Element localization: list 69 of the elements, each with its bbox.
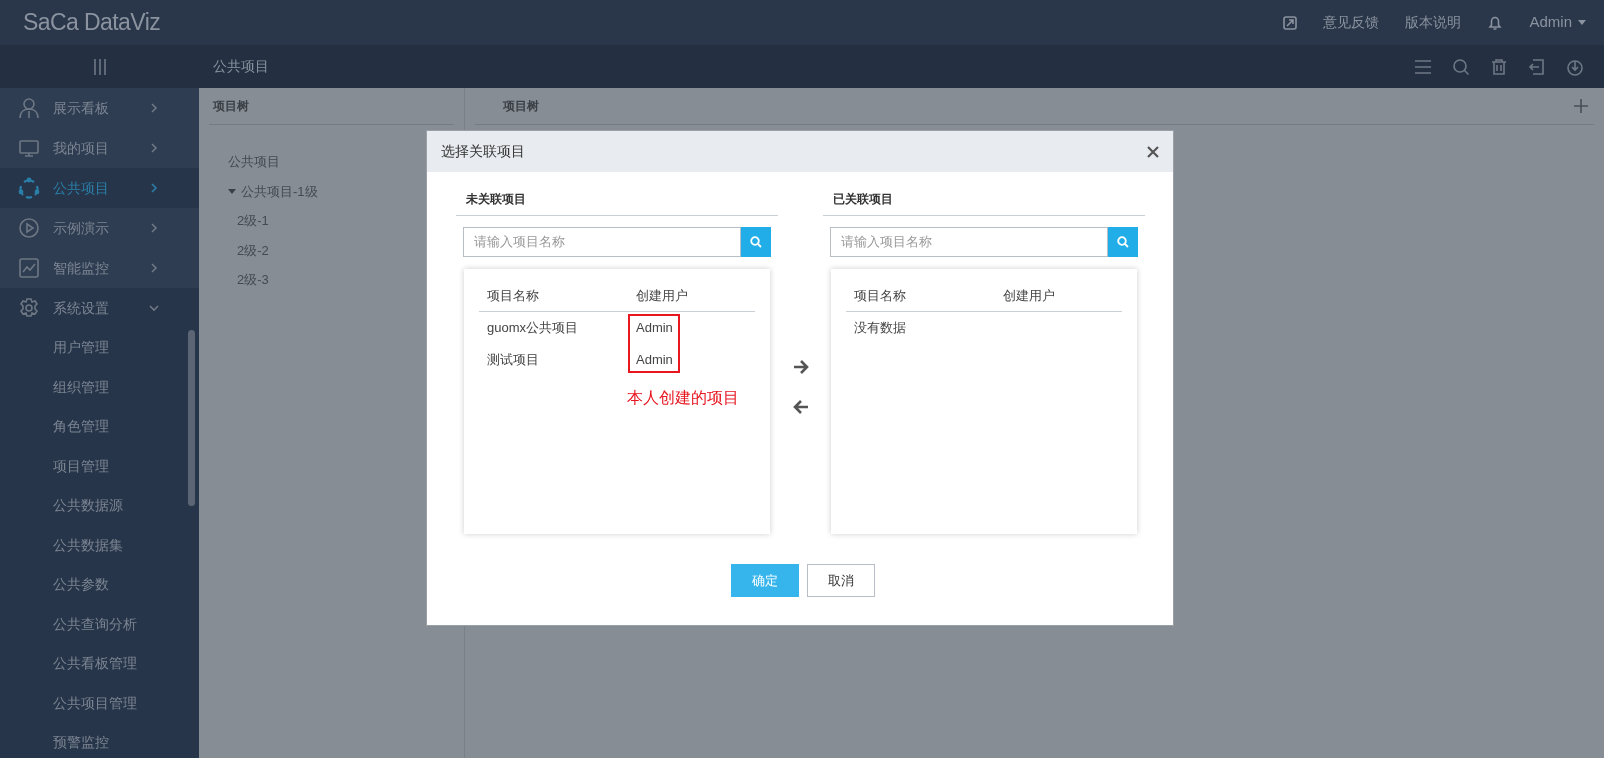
sidebar-subitem[interactable]: 公共数据集 (0, 525, 199, 565)
list-row[interactable]: 测试项目 Admin (479, 344, 755, 376)
sidebar-subitem[interactable]: 公共项目管理 (0, 683, 199, 723)
settings-icon (18, 297, 40, 319)
column-header: 创建用户 (636, 287, 688, 305)
header-link[interactable]: 意见反馈 (1323, 12, 1380, 33)
caret-icon[interactable] (228, 188, 236, 194)
sidebar-subitem[interactable]: 组织管理 (0, 367, 199, 407)
search-button[interactable] (741, 227, 771, 257)
caret-icon (1578, 20, 1586, 25)
ring-icon (18, 177, 40, 199)
sidebar-subitem[interactable]: 公共看板管理 (0, 644, 199, 684)
breadcrumb: 公共项目 (213, 57, 269, 76)
sidebar-subitem[interactable]: 公共数据源 (0, 486, 199, 526)
sidebar-item[interactable]: 示例演示 (0, 208, 199, 248)
sidebar-item[interactable]: 智能监控 (0, 248, 199, 288)
tree-node[interactable]: 公共项目-1级 (228, 176, 454, 206)
download-icon[interactable] (1566, 57, 1584, 76)
sidebar-subitem[interactable]: 项目管理 (0, 446, 199, 486)
sidebar-subitem[interactable]: 公共查询分析 (0, 604, 199, 644)
menu-icon[interactable] (91, 57, 108, 76)
search-icon[interactable] (1452, 57, 1470, 76)
confirm-button[interactable]: 确定 (731, 564, 799, 597)
user-menu[interactable]: Admin (1529, 11, 1586, 34)
chevron-right-icon (149, 143, 159, 153)
add-icon[interactable] (1574, 99, 1588, 113)
edit-icon[interactable] (1283, 15, 1298, 30)
empty-message: 没有数据 (853, 319, 907, 338)
cancel-button[interactable]: 取消 (807, 564, 875, 597)
search-icon (1117, 236, 1129, 248)
trash-icon[interactable] (1490, 57, 1508, 76)
section-title: 已关联项目 (823, 190, 1145, 216)
sidebar-item[interactable]: 我的项目 (0, 128, 199, 168)
chevron-right-icon (149, 103, 159, 113)
section-title: 未关联项目 (456, 190, 778, 216)
list-icon[interactable] (1414, 57, 1432, 76)
chevron-right-icon (149, 183, 159, 193)
close-icon[interactable] (1147, 145, 1159, 158)
column-header: 项目名称 (486, 287, 540, 305)
dialog-title: 选择关联项目 (441, 142, 525, 161)
import-icon[interactable] (1528, 57, 1546, 76)
column-header: 项目名称 (853, 287, 907, 305)
search-icon (750, 236, 762, 248)
annotation: 本人创建的项目 (627, 388, 739, 408)
search-field[interactable]: 请输入项目名称 (463, 227, 741, 257)
panel-title: 项目树 (502, 98, 539, 115)
logo: SaCa DataViz (23, 8, 161, 38)
header-link[interactable]: 版本说明 (1405, 12, 1462, 33)
user-icon (18, 97, 40, 119)
column-header: 创建用户 (1003, 287, 1055, 305)
bell-icon[interactable] (1487, 14, 1504, 31)
arrow-left-icon[interactable] (792, 400, 809, 414)
play-icon (18, 217, 40, 239)
arrow-right-icon[interactable] (792, 360, 809, 374)
sidebar-item[interactable]: 展示看板 (0, 88, 199, 128)
chevron-right-icon (149, 223, 159, 233)
sidebar-subitem[interactable]: 公共参数 (0, 565, 199, 605)
chevron-down-icon (149, 303, 159, 313)
search-button[interactable] (1108, 227, 1138, 257)
search-field[interactable]: 请输入项目名称 (830, 227, 1108, 257)
sidebar-subitem[interactable]: 预警监控 (0, 723, 199, 758)
list-row[interactable]: guomx公共项目 Admin (479, 312, 755, 344)
scrollbar[interactable] (188, 330, 195, 506)
sidebar-subitem[interactable]: 用户管理 (0, 328, 199, 368)
chart-icon (18, 257, 40, 279)
chevron-right-icon (149, 263, 159, 273)
sidebar-subitem[interactable]: 角色管理 (0, 407, 199, 447)
monitor-icon (18, 137, 40, 159)
panel-title: 项目树 (209, 88, 454, 125)
